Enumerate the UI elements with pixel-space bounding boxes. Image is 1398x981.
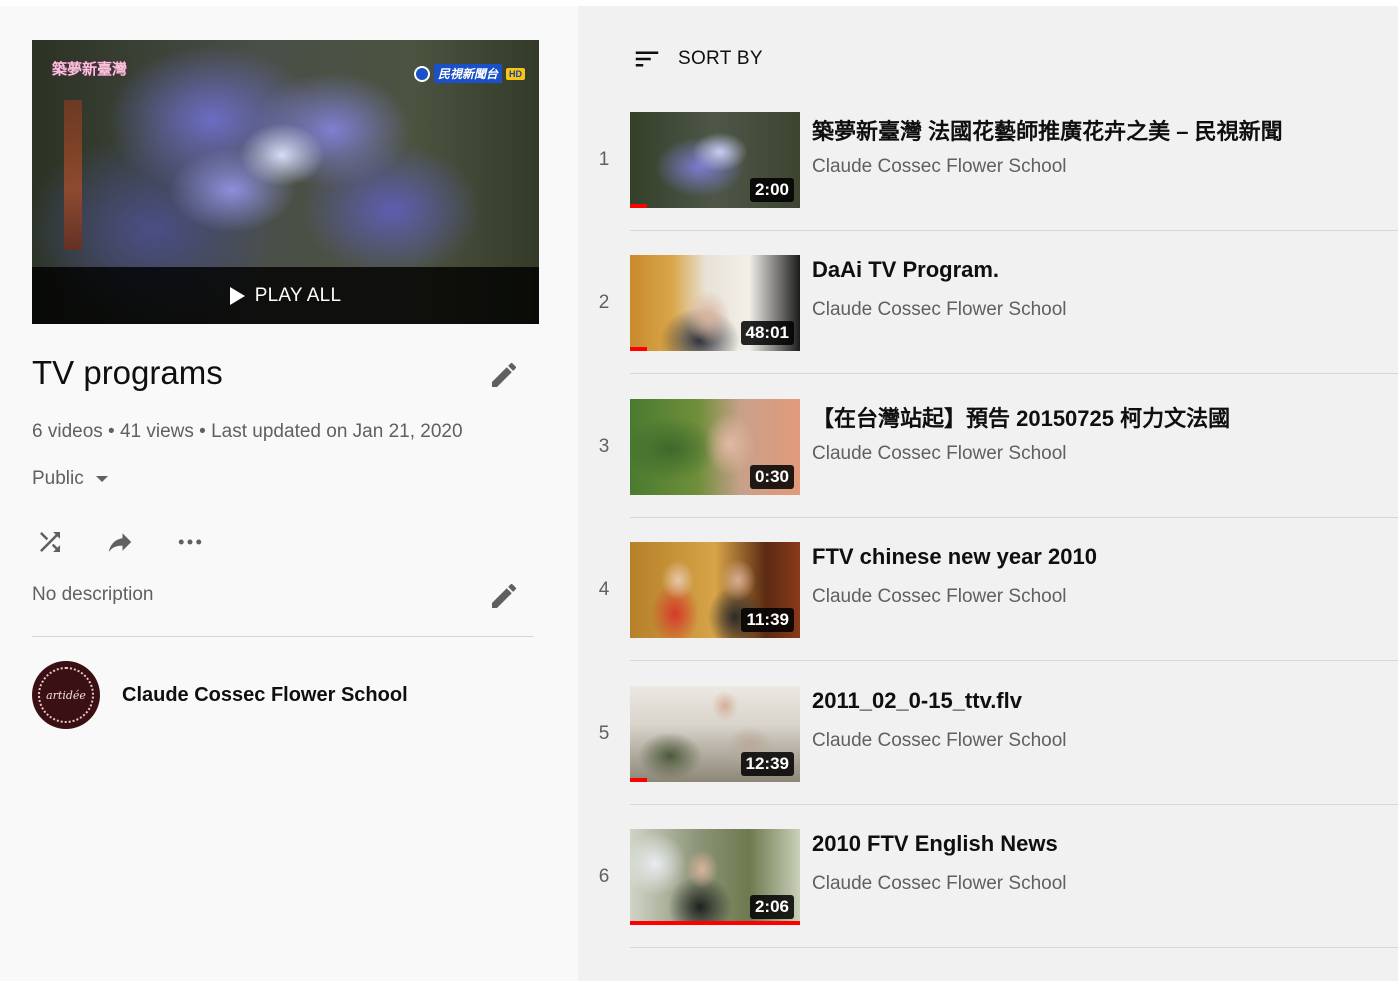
video-row[interactable]: 1 2:00 築夢新臺灣 法國花藝師推廣花卉之美 – 民視新聞 Claude Coss… (578, 112, 1398, 255)
shuffle-button[interactable] (32, 524, 68, 560)
privacy-value: Public (32, 468, 84, 489)
video-row[interactable]: 3 0:30 【在台灣站起】預告 20150725 柯力文法國 Claude Coss… (578, 398, 1398, 542)
video-title[interactable]: 2010 FTV English News (812, 831, 1392, 857)
broadcaster-logo: 築夢新臺灣 (52, 60, 128, 78)
channel-watermark: 民視新聞台 HD (413, 64, 525, 83)
edit-description-button[interactable] (488, 580, 520, 612)
video-thumbnail[interactable]: 11:39 (630, 542, 800, 639)
video-title[interactable]: 築夢新臺灣 法國花藝師推廣花卉之美 – 民視新聞 (812, 114, 1392, 146)
video-duration: 0:30 (749, 464, 794, 489)
play-all-label: PLAY ALL (254, 284, 342, 306)
video-thumbnail[interactable]: 48:01 (630, 255, 800, 352)
channel-logo-icon (413, 65, 430, 82)
video-index: 5 (598, 722, 610, 744)
shuffle-icon (40, 532, 60, 552)
video-thumbnail[interactable]: 0:30 (630, 398, 800, 495)
video-channel-name[interactable]: Claude Cossec Flower School (812, 299, 1067, 321)
video-channel-name[interactable]: Claude Cossec Flower School (812, 586, 1067, 608)
watch-progress-bar (630, 347, 647, 352)
sort-by-button[interactable]: SORT BY (632, 44, 763, 74)
video-index: 6 (598, 866, 610, 887)
video-title[interactable]: 【在台灣站起】預告 20150725 柯力文法國 (812, 401, 1392, 433)
row-divider (630, 516, 1398, 518)
video-thumbnail[interactable]: 2:00 (630, 112, 800, 208)
channel-watermark-text: 民視新聞台 (433, 64, 502, 83)
video-duration: 48:01 (740, 321, 794, 346)
share-icon (108, 533, 132, 552)
video-title[interactable]: DaAi TV Program. (812, 257, 1392, 283)
sidebar-divider (32, 636, 534, 637)
caret-down-icon (95, 476, 108, 482)
video-index: 4 (598, 579, 610, 601)
video-thumbnail[interactable]: 2:06 (630, 829, 800, 925)
video-row[interactable]: 5 12:39 2011_02_0-15_ttv.flv Claude Cossec … (578, 685, 1398, 829)
video-duration: 2:00 (749, 178, 794, 202)
thumbnail-caption-strip (64, 100, 82, 250)
owner-channel-link[interactable]: Claude Cossec Flower School (122, 684, 408, 707)
edit-title-button[interactable] (488, 359, 520, 391)
video-channel-name[interactable]: Claude Cossec Flower School (812, 443, 1067, 465)
hd-badge: HD (506, 67, 525, 80)
playlist-video-list: SORT BY 1 2:00 築夢新臺灣 法國花藝師推廣花卉之美 – 民視新聞 Cla… (578, 6, 1398, 981)
video-channel-name[interactable]: Claude Cossec Flower School (812, 730, 1067, 752)
video-index: 2 (598, 292, 610, 314)
video-index: 1 (598, 149, 610, 170)
watch-progress-bar (630, 777, 647, 782)
play-icon (229, 286, 245, 305)
share-button[interactable] (102, 524, 138, 560)
sort-icon (635, 51, 659, 67)
privacy-dropdown[interactable]: Public (32, 468, 108, 490)
playlist-title: TV programs (32, 354, 223, 391)
video-duration: 11:39 (741, 608, 794, 633)
video-thumbnail[interactable]: 12:39 (630, 685, 800, 782)
video-channel-name[interactable]: Claude Cossec Flower School (812, 873, 1067, 895)
video-title[interactable]: 2011_02_0-15_ttv.flv (812, 688, 1392, 714)
playlist-sidebar: 築夢新臺灣 民視新聞台 HD PLAY ALL TV programs 6 vi… (0, 6, 578, 981)
row-divider (630, 803, 1398, 805)
video-duration: 2:06 (749, 895, 794, 919)
playlist-actions (32, 524, 208, 560)
video-row[interactable]: 6 2:06 2010 FTV English News Claude Cossec … (578, 829, 1398, 972)
pencil-icon (492, 362, 517, 387)
pencil-icon (492, 583, 517, 608)
row-divider (630, 230, 1398, 231)
playlist-thumbnail[interactable]: 築夢新臺灣 民視新聞台 HD PLAY ALL (32, 40, 539, 324)
video-title[interactable]: FTV chinese new year 2010 (812, 544, 1392, 570)
more-actions-button[interactable] (172, 524, 208, 560)
row-divider (630, 947, 1398, 948)
avatar-logo-text: artidée (46, 688, 86, 702)
playlist-owner: artidée Claude Cossec Flower School (32, 661, 408, 729)
video-duration: 12:39 (740, 751, 794, 776)
row-divider (630, 373, 1398, 375)
row-divider (630, 660, 1398, 662)
video-index: 3 (598, 435, 610, 457)
watch-progress-bar (630, 204, 647, 208)
video-row[interactable]: 4 11:39 FTV chinese new year 2010 Claude Co… (578, 542, 1398, 685)
avatar[interactable]: artidée (32, 661, 100, 729)
play-all-button[interactable]: PLAY ALL (32, 267, 539, 324)
video-row[interactable]: 2 48:01 DaAi TV Program. Claude Cossec Flow… (578, 255, 1398, 398)
sort-by-label: SORT BY (678, 48, 763, 69)
playlist-stats: 6 videos • 41 views • Last updated on Ja… (32, 421, 463, 442)
watch-progress-bar (630, 921, 800, 925)
video-channel-name[interactable]: Claude Cossec Flower School (812, 156, 1067, 178)
playlist-description: No description (32, 584, 154, 605)
more-horiz-icon (178, 539, 202, 545)
